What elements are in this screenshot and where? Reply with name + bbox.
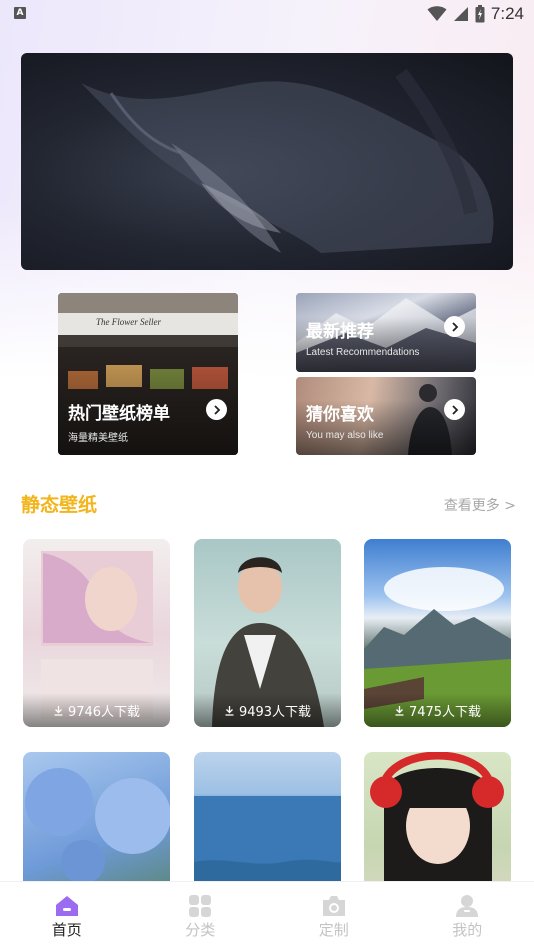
status-time: 7:24 [490, 4, 524, 23]
download-icon [225, 705, 234, 716]
download-count: 9746人下载 [67, 704, 141, 720]
download-icon [54, 705, 63, 716]
camera-icon [322, 896, 345, 916]
grid-icon [189, 895, 212, 917]
download-badge: 7475人下载 [364, 693, 511, 727]
nav-category-label: 分类 [185, 921, 216, 939]
banner-artwork [81, 68, 494, 254]
latest-subtitle: Latest Recommendations [306, 347, 420, 358]
you-may-also-like-tile[interactable]: 猜你喜欢 You may also like [296, 377, 476, 455]
chevron-right-icon [451, 321, 458, 332]
nav-custom-label: 定制 [318, 921, 349, 939]
wifi-icon [427, 6, 447, 21]
nav-profile-label: 我的 [452, 921, 483, 939]
guess-arrow-button[interactable] [444, 399, 465, 420]
status-icons: 7:24 [427, 4, 524, 24]
ocean-thumbnail [194, 796, 341, 882]
guess-title: 猜你喜欢 [306, 405, 374, 425]
nav-home[interactable]: 首页 [0, 882, 134, 950]
latest-title: 最新推荐 [306, 322, 374, 342]
hydrangea-thumbnail [25, 768, 170, 882]
status-bar: A 7:24 [0, 0, 534, 28]
banner-carousel[interactable] [21, 53, 513, 270]
hot-subtitle: 海量精美壁纸 [68, 433, 128, 444]
nav-custom[interactable]: 定制 [267, 882, 401, 950]
hot-wallpapers-tile[interactable]: The Flower Seller 热门壁纸榜单 海量精美壁纸 [58, 293, 238, 455]
signal-icon [453, 7, 468, 21]
section-title: 静态壁纸 [21, 494, 98, 516]
download-badge: 9746人下载 [23, 693, 170, 727]
nav-home-label: 首页 [51, 921, 82, 939]
latest-arrow-button[interactable] [444, 316, 465, 337]
view-more-link[interactable]: 查看更多 > [444, 495, 516, 515]
profile-icon [456, 895, 479, 917]
latest-recommendations-tile[interactable]: 最新推荐 Latest Recommendations [296, 293, 476, 372]
hot-title: 热门壁纸榜单 [68, 404, 170, 424]
girl-headphones-thumbnail [370, 752, 504, 882]
bottom-nav: 首页 分类 定制 我的 [0, 881, 534, 950]
nav-category[interactable]: 分类 [134, 882, 268, 950]
download-count: 9493人下载 [238, 704, 312, 720]
download-icon [395, 705, 404, 716]
download-count: 7475人下载 [408, 704, 482, 720]
wallpaper-card[interactable]: 9493人下载 [194, 539, 341, 727]
home-icon [55, 896, 78, 916]
nav-profile[interactable]: 我的 [401, 882, 534, 950]
download-badge: 9493人下载 [194, 693, 341, 727]
wallpaper-card[interactable]: 9746人下载 [23, 539, 170, 727]
battery-icon [475, 5, 485, 23]
guess-subtitle: You may also like [306, 430, 384, 441]
home-screen: A 7:24 The Flower Seller 热门壁纸榜单 海量精美壁纸 最… [0, 0, 534, 950]
chevron-right-icon [213, 404, 220, 415]
wallpaper-card[interactable]: 7475人下载 [364, 539, 511, 727]
notification-indicator: A [14, 7, 26, 19]
chevron-right-icon [451, 404, 458, 415]
shop-sign: The Flower Seller [96, 317, 161, 327]
hot-arrow-button[interactable] [206, 399, 227, 420]
